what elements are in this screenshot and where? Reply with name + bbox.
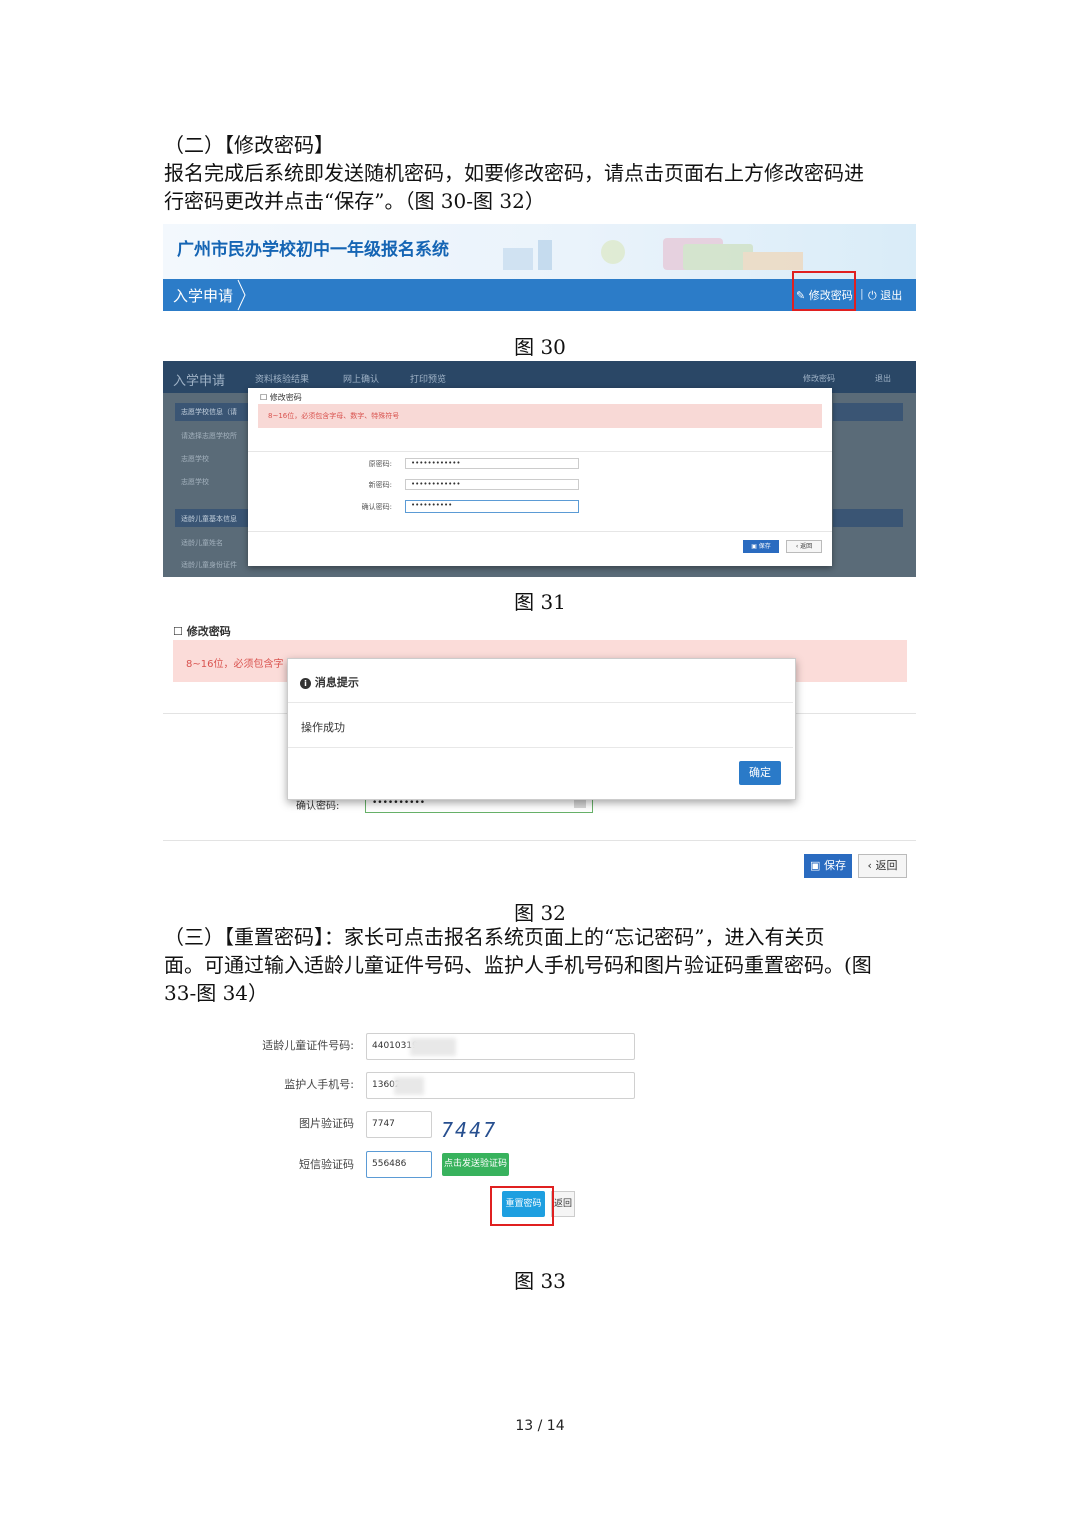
section3-text-line2: 面。可通过输入适龄儿童证件号码、监护人手机号码和图片验证码重置密码。(图: [164, 953, 872, 977]
redaction-blur: [394, 1077, 424, 1095]
nav-tab-application[interactable]: 入学申请: [173, 285, 233, 306]
guardian-phone-label: 监护人手机号:: [284, 1078, 354, 1091]
change-password-modal: ☐ 修改密码 8~16位，必须包含字母、数字、特殊符号 原密码: •••••••…: [248, 388, 832, 566]
old-password-label: 原密码:: [368, 460, 392, 468]
modal-title: ☐ 修改密码: [260, 392, 302, 403]
dim-side-text-5: 适龄儿童基本信息: [181, 515, 237, 523]
dim-change-password: 修改密码: [803, 374, 835, 383]
dim-side-text-2: 请选择志愿学校所: [181, 432, 237, 440]
figure-30-header-screenshot: 广州市民办学校初中一年级报名系统 入学申请 ✎ 修改密码 | ⏻ 退出: [163, 224, 916, 311]
dim-side-text-7: 适龄儿童身份证件: [181, 561, 237, 569]
ok-button[interactable]: 确定: [739, 761, 781, 785]
breadcrumb-chevron-icon: [237, 279, 246, 311]
highlight-box-reset-password: [490, 1186, 554, 1226]
dim-logout: 退出: [875, 374, 891, 383]
dim-side-text-6: 适龄儿童姓名: [181, 539, 223, 547]
modal-footer-divider: [248, 531, 832, 532]
captcha-label: 图片验证码: [299, 1117, 354, 1130]
captcha-input[interactable]: 7747: [366, 1111, 432, 1138]
change-password-title-text: 修改密码: [186, 625, 231, 638]
section-text-line2: 行密码更改并点击“保存”。（图 30-图 32）: [164, 189, 545, 213]
password-rule-alert: 8~16位，必须包含字母、数字、特殊符号: [258, 404, 822, 428]
sms-code-input[interactable]: 556486: [366, 1151, 432, 1178]
figure-33-reset-password-form: 适龄儿童证件号码: 44010319 监护人手机号: 13602 图片验证码 7…: [260, 1026, 660, 1232]
system-title: 广州市民办学校初中一年级报名系统: [177, 240, 449, 260]
dim-tab-application: 入学申请: [173, 374, 226, 389]
figure-32-success-dialog: ☐ 修改密码 8~16位，必须包含字 确认密码: •••••••••• i 消息…: [163, 617, 916, 885]
save-button[interactable]: ▣ 保存: [743, 540, 779, 553]
confirm-password-label: 确认密码:: [361, 503, 392, 511]
message-dialog: i 消息提示 操作成功 确定: [287, 658, 796, 800]
old-password-input[interactable]: ••••••••••••: [405, 458, 579, 469]
return-button[interactable]: 返回: [551, 1191, 575, 1217]
dim-tab-confirm: 网上确认: [343, 375, 380, 385]
logout-link[interactable]: ⏻ 退出: [868, 287, 902, 303]
redaction-blur: [410, 1038, 456, 1056]
info-icon: i: [300, 678, 311, 689]
send-sms-code-button[interactable]: 点击发送验证码: [442, 1153, 509, 1176]
captcha-value: 7747: [372, 1119, 395, 1129]
floppy-icon: ▣: [810, 859, 821, 872]
footer-divider: [163, 840, 916, 841]
section-text-line1: 报名完成后系统即发送随机密码，如要修改密码，请点击页面右上方修改密码进: [164, 161, 864, 185]
caption-figure-33: 图 33: [514, 1269, 566, 1293]
dim-side-text-3: 志愿学校: [181, 455, 209, 463]
floppy-icon: ▣: [751, 543, 757, 550]
banner-decoration-icon: [503, 238, 803, 270]
child-id-label: 适龄儿童证件号码:: [262, 1039, 354, 1052]
modal-title-text: 修改密码: [269, 393, 302, 402]
nav-divider: |: [860, 287, 864, 300]
change-password-title: ☐ 修改密码: [173, 623, 231, 639]
dialog-divider-bottom: [288, 747, 793, 748]
password-rule-text: 8~16位，必须包含字: [186, 659, 284, 670]
back-label: 返回: [875, 859, 898, 872]
dim-side-text-4: 志愿学校: [181, 478, 209, 486]
caption-figure-31: 图 31: [514, 590, 566, 614]
sms-code-label: 短信验证码: [299, 1158, 354, 1171]
dim-tab-print: 打印预览: [410, 375, 447, 385]
sms-code-value: 556486: [372, 1159, 407, 1169]
captcha-image[interactable]: 7447: [441, 1118, 497, 1142]
back-button[interactable]: ‹ 返回: [858, 854, 907, 878]
password-rule-text: 8~16位，必须包含字母、数字、特殊符号: [268, 412, 400, 420]
chevron-left-icon: ‹: [867, 859, 872, 872]
new-password-input[interactable]: ••••••••••••: [405, 479, 579, 490]
save-label: 保存: [758, 543, 771, 550]
square-icon: ☐: [173, 625, 183, 638]
chevron-left-icon: ‹: [795, 543, 799, 550]
dialog-message: 操作成功: [301, 721, 345, 734]
dim-right-header-1: [833, 403, 903, 421]
section3-text-line3: 33-图 34）: [164, 981, 269, 1005]
caption-figure-32: 图 32: [514, 901, 566, 925]
power-icon: ⏻: [868, 289, 877, 302]
save-button[interactable]: ▣ 保存: [804, 854, 852, 878]
dim-right-header-2: [833, 509, 903, 527]
modal-divider: [248, 451, 832, 452]
back-button[interactable]: ‹ 返回: [786, 540, 822, 553]
save-label: 保存: [823, 859, 846, 872]
dialog-divider-top: [288, 702, 793, 703]
dim-side-text-1: 志愿学校信息（请: [181, 408, 237, 416]
back-label: 返回: [800, 543, 813, 550]
dialog-title-text: 消息提示: [314, 676, 359, 689]
confirm-password-input[interactable]: ••••••••••: [405, 500, 579, 513]
square-icon: ☐: [260, 393, 268, 402]
caption-figure-30: 图 30: [514, 335, 566, 359]
logout-label: 退出: [880, 289, 903, 302]
section3-text-line1: （三）【重置密码】：家长可点击报名系统页面上的“忘记密码”，进入有关页: [164, 925, 825, 949]
new-password-label: 新密码:: [368, 481, 392, 489]
highlight-box-change-password: [792, 271, 856, 311]
dialog-title: i 消息提示: [300, 674, 359, 690]
figure-31-change-password-modal: 入学申请 资料核验结果 网上确认 打印预览 修改密码 退出 志愿学校信息（请 请…: [163, 361, 916, 577]
dim-tab-verify: 资料核验结果: [255, 375, 310, 385]
child-id-input[interactable]: 44010319: [366, 1033, 635, 1060]
page-number: 13 / 14: [515, 1418, 565, 1434]
section-heading-change-password: （二）【修改密码】: [164, 133, 334, 157]
